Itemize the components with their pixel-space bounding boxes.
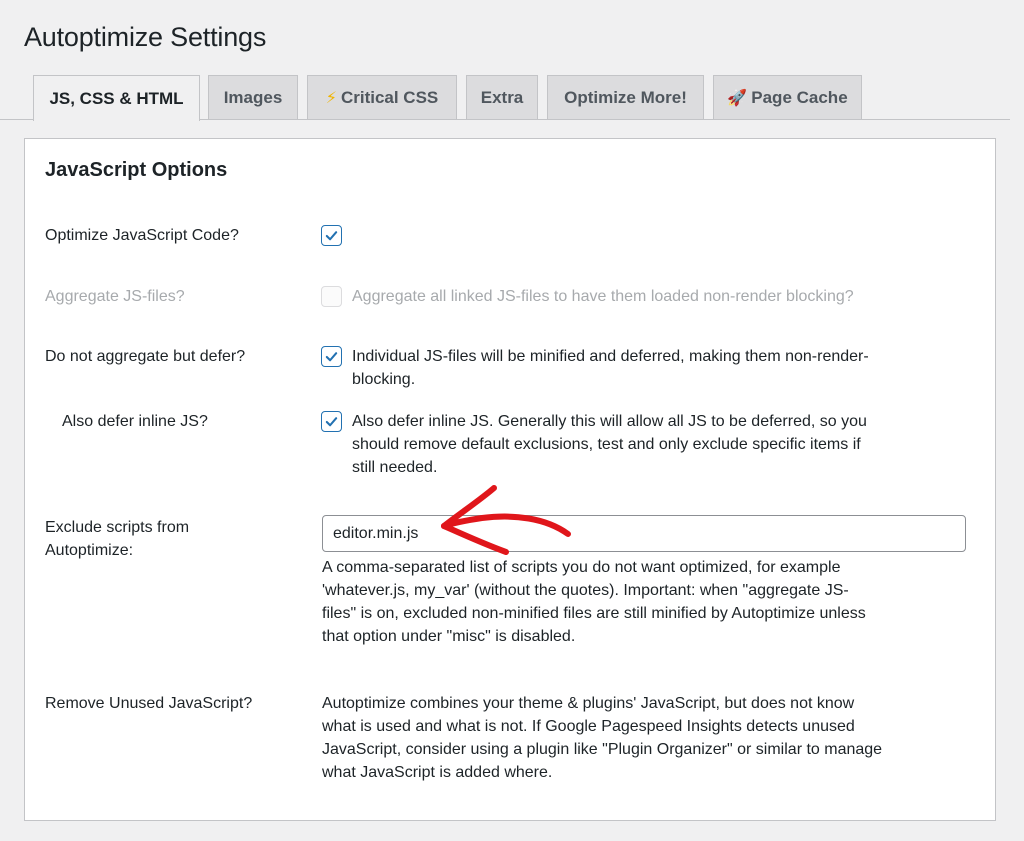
tab-label: JS, CSS & HTML [49,88,184,108]
aggregate-js-description: Aggregate all linked JS-files to have th… [352,288,854,305]
defer-checkbox[interactable] [321,346,342,367]
label-line: Exclude scripts from [45,519,190,536]
aggregate-js-label: Aggregate JS-files? [45,288,185,305]
tab-label: Critical CSS [340,87,439,107]
remove-unused-description: Autoptimize combines your theme & plugin… [322,692,882,784]
javascript-options-panel: JavaScript Options Optimize JavaScript C… [24,138,996,821]
optimize-js-checkbox[interactable] [321,225,342,246]
checkmark-icon [325,352,338,362]
defer-label: Do not aggregate but defer? [45,348,246,365]
section-heading: JavaScript Options [45,159,228,181]
tab-label: Optimize More! [564,87,687,107]
tab-critical-css[interactable]: ⚡ Critical CSS [307,75,457,119]
description-line: still needed. [352,459,438,476]
description-line: Also defer inline JS. Generally this wil… [352,413,867,430]
help-line: files" is on, excluded non-minified file… [322,605,866,622]
description-line: what JavaScript is added where. [322,764,553,781]
help-line: 'whatever.js, my_var' (without the quote… [322,582,849,599]
aggregate-js-checkbox[interactable] [321,286,342,307]
label-line: Autoptimize: [45,542,134,559]
rocket-icon: 🚀 [727,89,748,107]
description-line: what is used and what is not. If Google … [322,718,855,735]
exclude-scripts-input[interactable] [322,515,966,552]
lightning-bolt-icon: ⚡ [325,89,337,107]
optimize-js-label: Optimize JavaScript Code? [45,227,239,244]
description-line: blocking. [352,371,416,388]
description-line: JavaScript, consider using a plugin like… [322,741,883,758]
defer-inline-checkbox[interactable] [321,411,342,432]
exclude-scripts-help: A comma-separated list of scripts you do… [322,556,866,648]
checkmark-icon [325,417,338,427]
description-line: Individual JS-files will be minified and… [352,348,869,365]
defer-inline-label: Also defer inline JS? [62,413,208,430]
defer-inline-description: Also defer inline JS. Generally this wil… [352,410,867,479]
tab-images[interactable]: Images [208,75,298,119]
defer-description: Individual JS-files will be minified and… [352,345,869,391]
help-line: that option under "misc" is disabled. [322,628,576,645]
help-line: A comma-separated list of scripts you do… [322,559,841,576]
remove-unused-label: Remove Unused JavaScript? [45,695,253,712]
page-title: Autoptimize Settings [24,22,267,52]
tab-label: Page Cache [751,87,848,107]
description-line: should remove default exclusions, test a… [352,436,861,453]
tab-js-css-html[interactable]: JS, CSS & HTML [33,75,200,121]
tab-optimize-more[interactable]: Optimize More! [547,75,704,119]
tab-extra[interactable]: Extra [466,75,538,119]
exclude-scripts-label: Exclude scripts from Autoptimize: [45,516,189,562]
checkmark-icon [325,231,338,241]
tab-label: Images [223,87,283,107]
tab-page-cache[interactable]: 🚀 Page Cache [713,75,862,119]
settings-tabs: JS, CSS & HTML Images ⚡ Critical CSS Ext… [0,75,1010,121]
tab-label: Extra [480,87,524,107]
description-line: Autoptimize combines your theme & plugin… [322,695,855,712]
